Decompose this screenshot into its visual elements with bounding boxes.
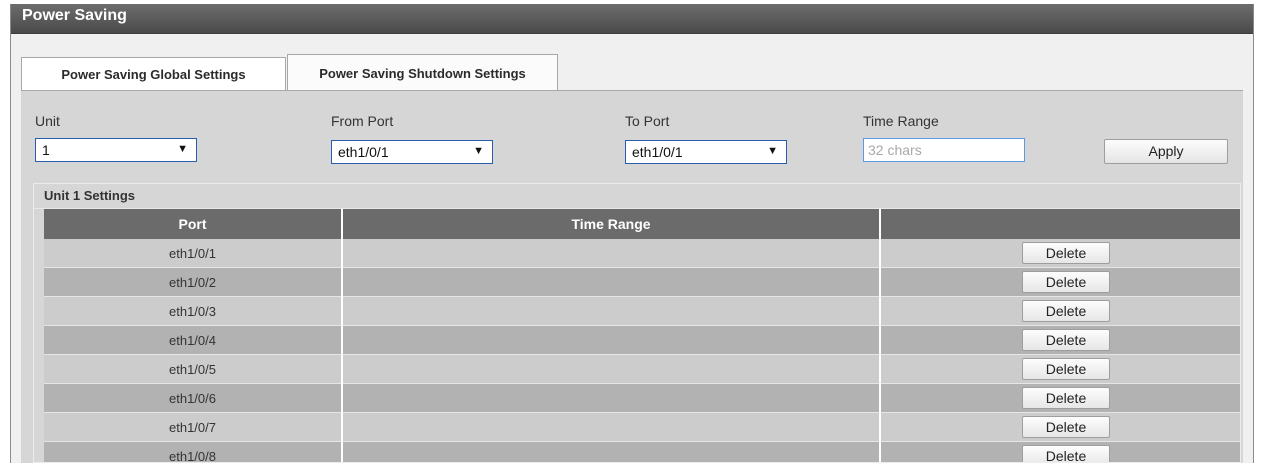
tab-strip: Power Saving Global Settings Power Savin… <box>21 54 1243 91</box>
port-cell: eth1/0/5 <box>44 354 343 384</box>
dropdown-arrow-icon: ▼ <box>177 143 188 155</box>
port-cell: eth1/0/2 <box>44 267 343 297</box>
port-cell: eth1/0/6 <box>44 383 343 413</box>
time-range-cell <box>342 383 881 413</box>
time-range-cell <box>342 354 881 384</box>
tab-power-saving-global-settings[interactable]: Power Saving Global Settings <box>21 57 286 91</box>
action-cell: Delete <box>880 354 1240 384</box>
window-titlebar: Power Saving <box>11 4 1253 34</box>
dropdown-arrow-icon: ▼ <box>473 145 484 157</box>
delete-button[interactable]: Delete <box>1022 300 1110 322</box>
table-row: eth1/0/7 Delete <box>44 412 1240 442</box>
table-row: eth1/0/8 Delete <box>44 441 1240 462</box>
from-port-select[interactable]: eth1/0/1 ▼ <box>331 140 493 164</box>
delete-button[interactable]: Delete <box>1022 445 1110 462</box>
column-header-time-range: Time Range <box>342 209 881 239</box>
time-range-cell <box>342 325 881 355</box>
action-cell: Delete <box>880 267 1240 297</box>
delete-button[interactable]: Delete <box>1022 387 1110 409</box>
delete-button[interactable]: Delete <box>1022 358 1110 380</box>
action-cell: Delete <box>880 441 1240 462</box>
port-time-range-table: Port Time Range eth1/0/1 Delete eth1/0/2 De… <box>44 209 1240 462</box>
tab-content-panel: Unit 1 ▼ From Port eth1/0/1 ▼ To Port et… <box>21 90 1243 463</box>
time-range-cell <box>342 239 881 268</box>
port-cell: eth1/0/7 <box>44 412 343 442</box>
table-row: eth1/0/2 Delete <box>44 267 1240 297</box>
unit-settings-section: Unit 1 Settings Port Time Range eth1/0/1… <box>33 183 1241 463</box>
time-range-cell <box>342 296 881 326</box>
delete-button[interactable]: Delete <box>1022 329 1110 351</box>
port-cell: eth1/0/3 <box>44 296 343 326</box>
window-title: Power Saving <box>22 7 127 24</box>
unit-select-value: 1 <box>42 142 50 158</box>
table-row: eth1/0/5 Delete <box>44 354 1240 384</box>
dropdown-arrow-icon: ▼ <box>767 145 778 157</box>
action-cell: Delete <box>880 383 1240 413</box>
port-cell: eth1/0/4 <box>44 325 343 355</box>
unit-select[interactable]: 1 ▼ <box>35 138 197 162</box>
apply-button[interactable]: Apply <box>1104 139 1228 164</box>
action-cell: Delete <box>880 296 1240 326</box>
port-cell: eth1/0/1 <box>44 239 343 268</box>
delete-button[interactable]: Delete <box>1022 271 1110 293</box>
delete-button[interactable]: Delete <box>1022 416 1110 438</box>
from-port-label: From Port <box>331 113 394 129</box>
column-header-port: Port <box>44 209 343 239</box>
tab-power-saving-shutdown-settings[interactable]: Power Saving Shutdown Settings <box>287 54 558 91</box>
to-port-select[interactable]: eth1/0/1 ▼ <box>625 140 787 164</box>
to-port-select-value: eth1/0/1 <box>632 144 683 160</box>
action-cell: Delete <box>880 239 1240 268</box>
table-row: eth1/0/3 Delete <box>44 296 1240 326</box>
time-range-cell <box>342 412 881 442</box>
table-header-row: Port Time Range <box>44 209 1240 239</box>
table-row: eth1/0/1 Delete <box>44 239 1240 268</box>
unit-label: Unit <box>35 113 60 129</box>
table-row: eth1/0/6 Delete <box>44 383 1240 413</box>
from-port-select-value: eth1/0/1 <box>338 144 389 160</box>
to-port-label: To Port <box>625 113 670 129</box>
action-cell: Delete <box>880 412 1240 442</box>
port-cell: eth1/0/8 <box>44 441 343 462</box>
time-range-label: Time Range <box>863 113 939 129</box>
unit-settings-title: Unit 1 Settings <box>34 184 1240 209</box>
time-range-cell <box>342 267 881 297</box>
delete-button[interactable]: Delete <box>1022 242 1110 264</box>
time-range-input[interactable]: 32 chars <box>863 138 1025 162</box>
action-cell: Delete <box>880 325 1240 355</box>
column-header-action <box>880 209 1240 239</box>
power-saving-window: Power Saving Power Saving Global Setting… <box>10 4 1254 463</box>
time-range-cell <box>342 441 881 462</box>
table-row: eth1/0/4 Delete <box>44 325 1240 355</box>
